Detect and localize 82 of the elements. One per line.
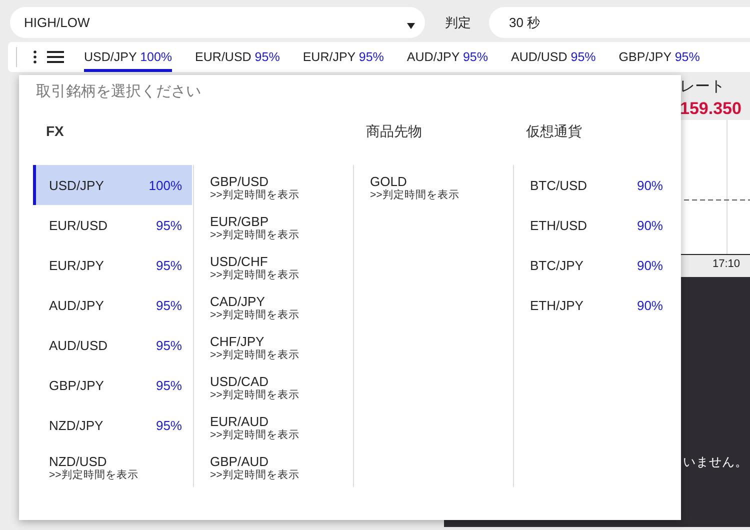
symbol-option[interactable]: GBP/AUD >>判定時間を表示	[194, 445, 353, 485]
symbol-name: ETH/JPY	[530, 298, 584, 312]
symbol-option[interactable]: EUR/JPY 95%	[33, 245, 192, 285]
payout-rate: 90%	[636, 298, 663, 312]
payout-rate: 95%	[156, 418, 182, 432]
symbol-option[interactable]: BTC/JPY 90%	[514, 245, 673, 285]
symbol-option[interactable]: CAD/JPY >>判定時間を表示	[194, 285, 353, 325]
caret-icon	[407, 22, 415, 28]
symbol-option[interactable]: ETH/USD 90%	[514, 205, 673, 245]
symbol-option[interactable]: GOLD >>判定時間を表示	[354, 165, 513, 205]
symbol-name: GBP/AUD	[210, 454, 270, 469]
trade-type-select[interactable]: HIGH/LOW	[10, 7, 425, 38]
symbol-option[interactable]: ETH/JPY 90%	[514, 285, 673, 325]
symbol-option[interactable]: NZD/USD >>判定時間を表示	[33, 445, 192, 485]
symbol-name: USD/CHF	[210, 254, 269, 269]
payout-rate: 95%	[156, 378, 182, 392]
payout-rate: 90%	[636, 178, 663, 192]
rate-label: レート	[680, 77, 726, 96]
schedule-link: >>判定時間を表示	[210, 469, 300, 481]
payout-rate: 90%	[636, 258, 663, 272]
payout-rate: 95%	[156, 258, 182, 272]
symbol-option[interactable]: USD/JPY 100%	[33, 165, 192, 205]
more-icon[interactable]	[33, 50, 37, 64]
symbol-name: EUR/GBP	[210, 214, 270, 229]
category-title: FX	[45, 122, 65, 141]
symbol-name: USD/CAD	[210, 374, 270, 389]
symbol-name: NZD/JPY	[49, 418, 104, 432]
symbol-name: CHF/JPY	[210, 334, 266, 349]
symbol-option[interactable]: EUR/USD 95%	[33, 205, 192, 245]
schedule-link: >>判定時間を表示	[210, 429, 300, 441]
schedule-link: >>判定時間を表示	[210, 349, 300, 361]
symbol-name: USD/JPY	[49, 178, 104, 192]
symbol-option[interactable]: EUR/AUD >>判定時間を表示	[194, 405, 353, 445]
expiry-field[interactable]: 30 秒	[489, 7, 750, 38]
rate-value: 159.350	[680, 99, 742, 119]
symbol-tab[interactable]: USD/JPY 100%	[84, 42, 172, 72]
schedule-link: >>判定時間を表示	[49, 469, 140, 481]
symbol-name: GBP/USD	[210, 174, 270, 189]
symbol-name: EUR/AUD	[210, 414, 270, 429]
symbol-tab[interactable]: EUR/USD 95%	[195, 42, 280, 72]
symbol-name: AUD/USD	[49, 338, 108, 352]
message-text: いません。	[683, 454, 749, 471]
symbol-option[interactable]: CHF/JPY >>判定時間を表示	[194, 325, 353, 365]
payout-rate: 100%	[148, 178, 182, 192]
payout-rate: 95%	[156, 338, 182, 352]
schedule-link: >>判定時間を表示	[370, 189, 460, 201]
symbol-name: EUR/USD	[49, 218, 108, 232]
symbol-option[interactable]: AUD/JPY 95%	[33, 285, 192, 325]
menu-icon[interactable]	[47, 50, 64, 64]
payout-rate: 95%	[156, 218, 182, 232]
symbol-name: ETH/USD	[530, 218, 588, 232]
symbol-option[interactable]: GBP/JPY 95%	[33, 365, 192, 405]
symbol-name: NZD/USD	[49, 454, 108, 469]
symbol-name: GBP/JPY	[49, 378, 104, 392]
category-title: 仮想通貨	[525, 122, 583, 141]
time-axis-label: 17:10	[712, 258, 740, 270]
payout-rate: 95%	[156, 298, 182, 312]
symbol-tab[interactable]: GBP/JPY 95%	[618, 42, 700, 72]
category-title: 商品先物	[365, 122, 423, 141]
symbol-option[interactable]: NZD/JPY 95%	[33, 405, 192, 445]
symbol-option[interactable]: USD/CAD >>判定時間を表示	[194, 365, 353, 405]
symbol-name: CAD/JPY	[210, 294, 266, 309]
expiry-label: 判定	[445, 14, 471, 32]
schedule-link: >>判定時間を表示	[210, 389, 300, 401]
symbol-name: GOLD	[370, 174, 408, 189]
symbol-name: EUR/JPY	[49, 258, 104, 272]
symbol-name: BTC/JPY	[530, 258, 584, 272]
symbol-option[interactable]: BTC/USD 90%	[514, 165, 673, 205]
symbol-option[interactable]: AUD/USD 95%	[33, 325, 192, 365]
schedule-link: >>判定時間を表示	[210, 309, 300, 321]
payout-rate: 90%	[636, 218, 663, 232]
symbol-option[interactable]: GBP/USD >>判定時間を表示	[194, 165, 353, 205]
symbol-tab[interactable]: EUR/JPY 95%	[302, 42, 384, 72]
schedule-link: >>判定時間を表示	[210, 229, 300, 241]
symbol-option[interactable]: USD/CHF >>判定時間を表示	[194, 245, 353, 285]
symbol-option[interactable]: EUR/GBP >>判定時間を表示	[194, 205, 353, 245]
symbol-tab[interactable]: AUD/USD 95%	[511, 42, 596, 72]
symbol-name: AUD/JPY	[49, 298, 104, 312]
schedule-link: >>判定時間を表示	[210, 189, 300, 201]
symbol-tab[interactable]: AUD/JPY 95%	[406, 42, 488, 72]
symbol-name: BTC/USD	[530, 178, 588, 192]
schedule-link: >>判定時間を表示	[210, 269, 300, 281]
